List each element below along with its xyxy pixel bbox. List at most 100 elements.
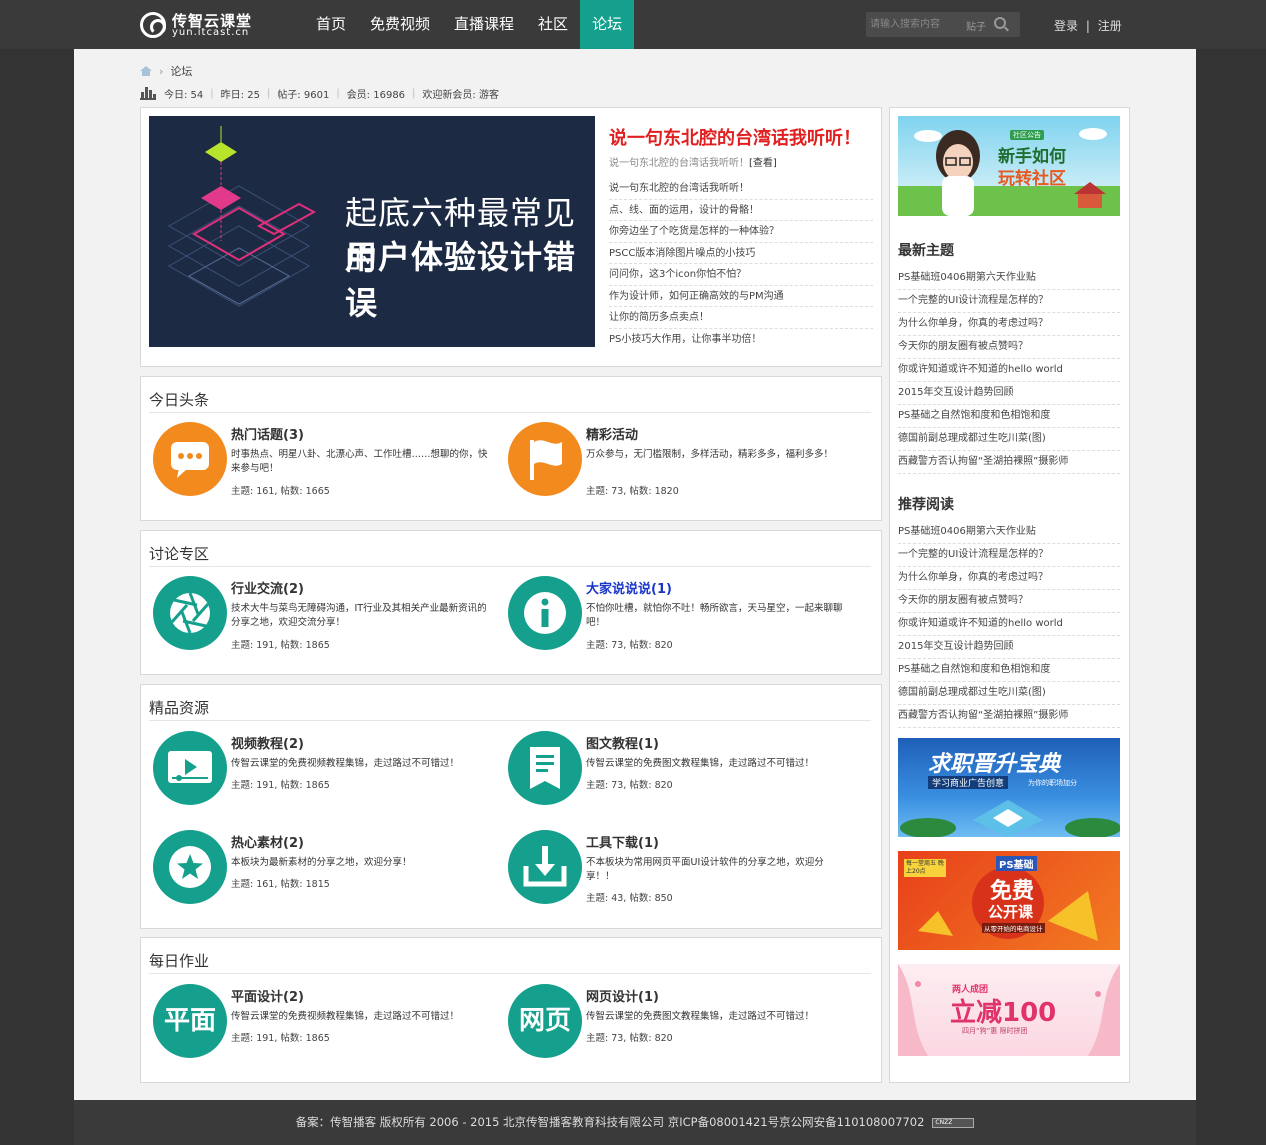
forum-image-tutorials[interactable]: 图文教程(1) 传智云课堂的免费图文教程集锦，走过路过不可错过！ 主题: 73,… (508, 731, 848, 811)
breadcrumb-separator: › (159, 64, 164, 78)
promo-tag: 社区公告 (1010, 130, 1044, 140)
ad-ps-free-course[interactable]: 每一堂周五 晚上20点 PS基础 免费 公开课 从零开始的电商设计 (898, 851, 1120, 950)
home-icon[interactable] (140, 66, 152, 76)
flag-icon (508, 422, 582, 496)
nav-free-videos[interactable]: 免费视频 (358, 0, 442, 49)
featured-banner-image[interactable]: 起底六种最常见的 用户体验设计错误 (149, 116, 595, 347)
list-item[interactable]: PS基础班0406期第六天作业贴 (898, 267, 1120, 290)
section-title: 讨论专区 (149, 545, 210, 563)
forum-name[interactable]: 行业交流(2) (231, 578, 304, 597)
register-link[interactable]: 注册 (1098, 19, 1122, 33)
list-item[interactable]: 说一句东北腔的台湾话我听听！ (609, 178, 873, 200)
list-item[interactable]: 德国前副总理成都过生吃川菜(图) (898, 682, 1120, 705)
list-item[interactable]: 作为设计师，如何正确高效的与PM沟通 (609, 286, 873, 307)
list-item[interactable]: 今天你的朋友圈有被点赞吗？ (898, 590, 1120, 613)
forum-name[interactable]: 图文教程(1) (586, 733, 659, 752)
forum-count: 主题: 161, 帖数: 1815 (231, 879, 330, 890)
section-resources: 精品资源 视频教程(2) 传智云课堂的免费视频教程集锦，走过路过不可错过！ 主题… (140, 684, 882, 929)
promo-community-guide[interactable]: 社区公告 新手如何 玩转社区 (898, 116, 1120, 216)
list-item[interactable]: PSCC版本消除图片噪点的小技巧 (609, 243, 873, 264)
list-item[interactable]: 你旁边坐了个吃货是怎样的一种体验？ (609, 221, 873, 243)
ad2-title2: 公开课 (988, 903, 1034, 921)
list-item[interactable]: 你或许知道或许不知道的hello world (898, 359, 1120, 382)
nav-home[interactable]: 首页 (304, 0, 358, 49)
forum-name[interactable]: 大家说说说(1) (586, 578, 672, 597)
latest-topics-list: PS基础班0406期第六天作业贴 一个完整的UI设计流程是怎样的？ 为什么你单身… (898, 267, 1120, 474)
graphic-design-badge-icon: 平面 (153, 984, 227, 1058)
list-item[interactable]: 一个完整的UI设计流程是怎样的？ (898, 544, 1120, 567)
banner-title-line2: 用户体验设计错误 (345, 238, 577, 322)
logo-icon (140, 12, 166, 38)
list-item[interactable]: 西藏警方否认拘留“圣湖拍裸照”摄影师 (898, 705, 1120, 728)
list-item[interactable]: 西藏警方否认拘留“圣湖拍裸照”摄影师 (898, 451, 1120, 474)
cnzz-stats-badge[interactable]: CNZZ (932, 1117, 975, 1128)
forum-desc: 传智云课堂的免费图文教程集锦，走过路过不可错过！ (586, 758, 815, 769)
list-item[interactable]: 你或许知道或许不知道的hello world (898, 613, 1120, 636)
forum-desc: 传智云课堂的免费图文教程集锦，走过路过不可错过！ (586, 1011, 815, 1022)
list-item[interactable]: 今天你的朋友圈有被点赞吗？ (898, 336, 1120, 359)
list-item[interactable]: 德国前副总理成都过生吃川菜(图) (898, 428, 1120, 451)
view-link[interactable]: [查看] (749, 158, 777, 169)
search-icon[interactable] (994, 17, 1006, 29)
forum-name[interactable]: 热心素材(2) (231, 832, 304, 851)
list-item[interactable]: PS基础班0406期第六天作业贴 (898, 521, 1120, 544)
forum-name[interactable]: 精彩活动 (586, 424, 638, 443)
forum-count: 主题: 191, 帖数: 1865 (231, 640, 330, 651)
list-item[interactable]: 为什么你单身，你真的考虑过吗？ (898, 313, 1120, 336)
ad-group-discount[interactable]: 两人成团 立减100 四月“狗”惠 限时拼团 (898, 964, 1120, 1056)
list-item[interactable]: 2015年交互设计趋势回顾 (898, 636, 1120, 659)
forum-chat[interactable]: 大家说说说(1) 不怕你吐槽，就怕你不吐！畅所欲言，天马星空，一起来聊聊吧！ 主… (508, 576, 848, 656)
forum-tool-downloads[interactable]: 工具下载(1) 不本板块为常用网页平面UI设计软件的分享之地，欢迎分享！！ 主题… (508, 830, 848, 910)
featured-headline[interactable]: 说一句东北腔的台湾话我听听！ (609, 124, 861, 150)
featured-panel: 起底六种最常见的 用户体验设计错误 说一句东北腔的台湾话我听听！ 说一句东北腔的… (140, 107, 882, 367)
stats-chart-icon (140, 86, 156, 100)
forum-desc: 本板块为最新素材的分享之地，欢迎分享！ (231, 857, 412, 868)
list-item[interactable]: PS小技巧大作用，让你事半功倍！ (609, 329, 873, 351)
nav-forum[interactable]: 论坛 (580, 0, 635, 49)
forum-name[interactable]: 热门话题(3) (231, 424, 304, 443)
main-nav: 首页 免费视频 直播课程 社区 论坛 (304, 0, 635, 49)
forum-name[interactable]: 平面设计(2) (231, 986, 304, 1005)
list-item[interactable]: 让你的简历多点卖点！ (609, 307, 873, 329)
forum-count: 主题: 73, 帖数: 1820 (586, 486, 679, 497)
ad2-badge: PS基础 (996, 856, 1037, 871)
search-input[interactable] (870, 12, 962, 37)
forum-name[interactable]: 视频教程(2) (231, 733, 304, 752)
site-logo[interactable]: 传智云课堂 yun.itcast.cn (140, 9, 270, 41)
nav-community[interactable]: 社区 (526, 0, 580, 49)
ad-career-guide[interactable]: 求职晋升宝典 学习商业广告创意 为你的职场加分 (898, 738, 1120, 837)
login-link[interactable]: 登录 (1054, 19, 1078, 33)
ad2-tag: 每一堂周五 晚上20点 (904, 859, 946, 877)
nav-live-courses[interactable]: 直播课程 (442, 0, 526, 49)
forum-count: 主题: 73, 帖数: 820 (586, 780, 673, 791)
stat-today: 今日: 54 (164, 90, 204, 101)
section-discussion: 讨论专区 行业交流(2) 技术大牛与菜鸟无障碍沟通，IT行业及其相关产业最新资讯… (140, 530, 882, 675)
list-item[interactable]: 为什么你单身，你真的考虑过吗？ (898, 567, 1120, 590)
forum-desc: 不怕你吐槽，就怕你不吐！畅所欲言，天马星空，一起来聊聊吧！ (586, 603, 843, 628)
document-icon (508, 731, 582, 805)
forum-web-design[interactable]: 网页 网页设计(1) 传智云课堂的免费图文教程集锦，走过路过不可错过！ 主题: … (508, 984, 848, 1064)
forum-desc: 时事热点、明星八卦、北漂心声、工作吐槽……想聊的你，快来参与吧！ (231, 449, 488, 474)
list-item[interactable]: 点、线、面的运用，设计的骨骼！ (609, 200, 873, 221)
forum-name[interactable]: 工具下载(1) (586, 832, 659, 851)
forum-industry[interactable]: 行业交流(2) 技术大牛与菜鸟无障碍沟通，IT行业及其相关产业最新资讯的分享之地… (153, 576, 493, 656)
aperture-icon (153, 576, 227, 650)
list-item[interactable]: PS基础之自然饱和度和色相饱和度 (898, 659, 1120, 682)
forum-name[interactable]: 网页设计(1) (586, 986, 659, 1005)
list-item[interactable]: PS基础之自然饱和度和色相饱和度 (898, 405, 1120, 428)
section-title: 每日作业 (149, 952, 210, 970)
forum-materials[interactable]: 热心素材(2) 本板块为最新素材的分享之地，欢迎分享！ 主题: 161, 帖数:… (153, 830, 493, 910)
forum-graphic-design[interactable]: 平面 平面设计(2) 传智云课堂的免费视频教程集锦，走过路过不可错过！ 主题: … (153, 984, 493, 1064)
list-item[interactable]: 2015年交互设计趋势回顾 (898, 382, 1120, 405)
logo-domain: yun.itcast.cn (172, 27, 250, 38)
forum-events[interactable]: 精彩活动 万众参与，无门槛限制，多样活动，精彩多多，福利多多！ 主题: 73, … (508, 422, 848, 502)
section-homework: 每日作业 平面 平面设计(2) 传智云课堂的免费视频教程集锦，走过路过不可错过！… (140, 937, 882, 1083)
forum-desc: 技术大牛与菜鸟无障碍沟通，IT行业及其相关产业最新资讯的分享之地，欢迎交流分享！ (231, 603, 487, 628)
list-item[interactable]: 一个完整的UI设计流程是怎样的？ (898, 290, 1120, 313)
ad1-illustration (900, 800, 1120, 837)
search-category-select[interactable]: 贴子 (966, 18, 986, 33)
forum-video-tutorials[interactable]: 视频教程(2) 传智云课堂的免费视频教程集锦，走过路过不可错过！ 主题: 191… (153, 731, 493, 811)
forum-hot-topics[interactable]: 热门话题(3) 时事热点、明星八卦、北漂心声、工作吐槽……想聊的你，快来参与吧！… (153, 422, 493, 502)
promo-line2: 玩转社区 (998, 169, 1066, 189)
list-item[interactable]: 问问你，这3个icon你怕不怕？ (609, 264, 873, 286)
